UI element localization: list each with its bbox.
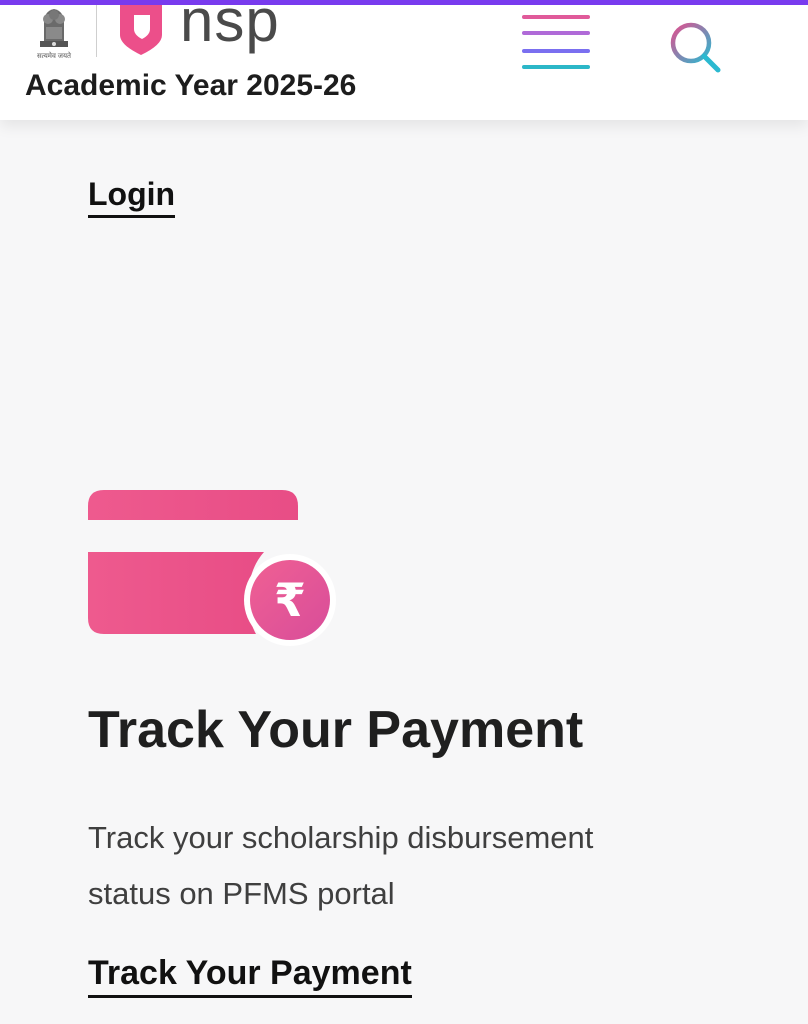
menu-bar xyxy=(522,31,590,35)
menu-bar xyxy=(522,49,590,53)
nsp-shield-icon xyxy=(120,5,162,55)
menu-bar xyxy=(522,65,590,69)
menu-bar xyxy=(522,15,590,19)
emblem-caption: सत्यमेव जयते xyxy=(36,53,72,60)
login-link[interactable]: Login xyxy=(88,176,176,218)
description-line: status on PFMS portal xyxy=(88,876,395,911)
card-rupee-icon: ₹ xyxy=(88,490,336,646)
rupee-symbol: ₹ xyxy=(274,573,306,627)
academic-year-label: Academic Year 2025-26 xyxy=(25,69,357,102)
nsp-logo-text: nsp xyxy=(180,0,280,54)
track-payment-link[interactable]: Track Your Payment xyxy=(88,954,412,998)
description-line: Track your scholarship disbursement xyxy=(88,820,594,855)
hamburger-menu-button[interactable] xyxy=(522,9,590,73)
site-header: सत्यमेव जयते nsp Academic Year 2025-26 xyxy=(0,0,808,120)
search-icon[interactable] xyxy=(666,19,722,75)
track-payment-heading: Track Your Payment xyxy=(88,701,584,759)
track-payment-description: Track your scholarship disbursement stat… xyxy=(88,810,688,922)
header-divider xyxy=(96,5,97,57)
